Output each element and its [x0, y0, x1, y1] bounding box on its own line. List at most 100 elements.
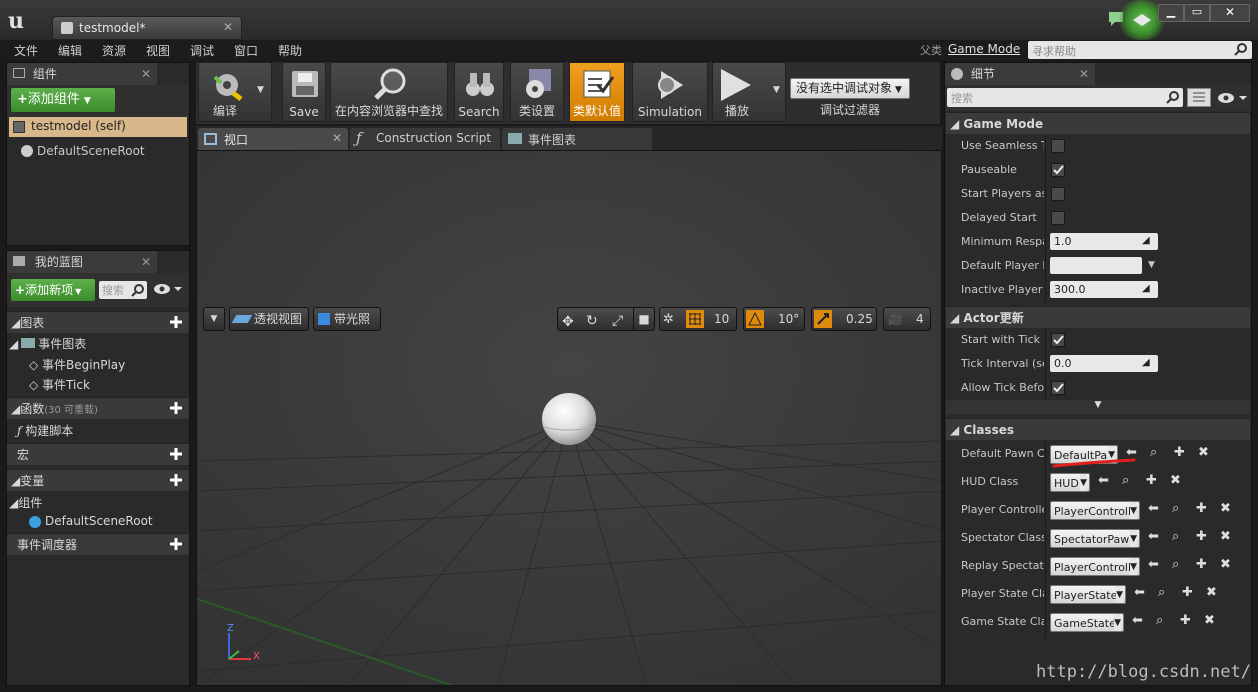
- class-picker-combo[interactable]: PlayerControlle ▼: [1050, 557, 1140, 576]
- event-graph-tab[interactable]: 事件图表: [502, 128, 652, 150]
- class-picker-combo[interactable]: GameState ▼: [1050, 613, 1124, 632]
- variable-default-root[interactable]: DefaultSceneRoot: [29, 514, 153, 528]
- grid-snap-value[interactable]: 10: [714, 308, 729, 330]
- use-selected-arrow-icon[interactable]: ⬅: [1134, 585, 1145, 600]
- dropdown-arrow-icon[interactable]: ▼: [773, 85, 780, 95]
- column-divider[interactable]: [1045, 442, 1046, 638]
- property-checkbox[interactable]: [1051, 211, 1065, 225]
- column-divider[interactable]: [1045, 134, 1046, 302]
- play-button[interactable]: ▼ 播放: [712, 62, 786, 122]
- drag-handle-icon[interactable]: ◢: [1142, 283, 1150, 294]
- menu-edit[interactable]: 编辑: [58, 42, 82, 59]
- clear-x-icon[interactable]: ✖: [1220, 501, 1231, 516]
- eye-icon[interactable]: [1217, 91, 1249, 105]
- details-search-input[interactable]: 搜索: [947, 88, 1183, 107]
- add-new-plus-icon[interactable]: ✚: [1196, 557, 1207, 572]
- use-selected-arrow-icon[interactable]: ⬅: [1098, 473, 1109, 488]
- clear-x-icon[interactable]: ✖: [1220, 557, 1231, 572]
- actor-tick-category[interactable]: ◢ Actor更新: [946, 306, 1250, 328]
- property-checkbox[interactable]: [1051, 187, 1065, 201]
- close-panel-icon[interactable]: ✕: [141, 63, 151, 85]
- clear-x-icon[interactable]: ✖: [1170, 473, 1181, 488]
- world-local-button[interactable]: ■: [633, 307, 655, 331]
- class-picker-combo[interactable]: HUD ▼: [1050, 473, 1090, 492]
- advanced-expand-button[interactable]: ▼: [946, 400, 1250, 414]
- add-new-plus-icon[interactable]: ✚: [1180, 613, 1191, 628]
- eye-icon[interactable]: [153, 282, 183, 296]
- class-defaults-button[interactable]: 类默认值: [569, 62, 625, 122]
- column-divider[interactable]: [1045, 328, 1046, 400]
- event-graph-item[interactable]: ◢ 事件图表: [9, 335, 86, 352]
- scale-snap-value[interactable]: 0.25: [846, 308, 873, 330]
- rotate-icon[interactable]: ↻: [586, 310, 598, 332]
- add-new-plus-icon[interactable]: ✚: [1196, 529, 1207, 544]
- menu-debug[interactable]: 调试: [190, 42, 214, 59]
- property-checkbox[interactable]: [1051, 139, 1065, 153]
- property-text-field[interactable]: [1050, 257, 1142, 274]
- add-component-button[interactable]: +添加组件 ▼: [11, 88, 115, 112]
- property-checkbox[interactable]: [1051, 333, 1065, 347]
- close-panel-icon[interactable]: ✕: [141, 251, 151, 273]
- add-new-plus-icon[interactable]: ✚: [1146, 473, 1157, 488]
- viewport[interactable]: ▼ 透视视图 带光照 ✥ ↻ ⤢ ■ ✲ 10 10° 0.25 🎥 4 Z X: [196, 150, 942, 686]
- add-function-icon[interactable]: [169, 401, 183, 415]
- camera-speed-group[interactable]: 🎥 4: [883, 307, 931, 331]
- grid-snap-toggle[interactable]: [686, 310, 704, 328]
- blueprint-search-input[interactable]: 搜索: [99, 281, 147, 299]
- help-search-input[interactable]: 寻求帮助: [1028, 41, 1252, 59]
- class-picker-combo[interactable]: PlayerState ▼: [1050, 585, 1126, 604]
- component-item-root[interactable]: DefaultSceneRoot: [21, 143, 189, 163]
- my-blueprint-tab[interactable]: 我的蓝图 ✕: [7, 251, 157, 273]
- lit-button[interactable]: 带光照: [313, 307, 381, 331]
- event-begin-play-item[interactable]: ◇ 事件BeginPlay: [29, 356, 125, 373]
- menu-help[interactable]: 帮助: [278, 42, 302, 59]
- document-tab[interactable]: testmodel* ✕: [52, 16, 242, 40]
- details-tab[interactable]: 细节 ✕: [945, 63, 1095, 85]
- perspective-button[interactable]: 透视视图: [229, 307, 309, 331]
- surface-snap-icon[interactable]: ✲: [663, 309, 674, 331]
- add-new-plus-icon[interactable]: ✚: [1174, 445, 1185, 460]
- add-new-plus-icon[interactable]: ✚: [1196, 501, 1207, 516]
- property-checkbox[interactable]: [1051, 163, 1065, 177]
- macros-section[interactable]: 宏: [7, 443, 189, 465]
- property-matrix-icon[interactable]: [1187, 88, 1211, 107]
- class-settings-button[interactable]: 类设置: [510, 62, 564, 122]
- close-panel-icon[interactable]: ✕: [1079, 63, 1089, 85]
- browse-magnifier-icon[interactable]: ⌕: [1156, 613, 1163, 628]
- use-selected-arrow-icon[interactable]: ⬅: [1132, 613, 1143, 628]
- clear-x-icon[interactable]: ✖: [1206, 585, 1217, 600]
- add-new-button[interactable]: +添加新项 ▼: [11, 279, 95, 301]
- add-dispatcher-icon[interactable]: [169, 537, 183, 551]
- dropdown-arrow-icon[interactable]: ▼: [257, 85, 264, 95]
- browse-magnifier-icon[interactable]: ⌕: [1122, 473, 1129, 488]
- dropdown-arrow-icon[interactable]: ▼: [1148, 260, 1155, 270]
- clear-x-icon[interactable]: ✖: [1198, 445, 1209, 460]
- use-selected-arrow-icon[interactable]: ⬅: [1148, 501, 1159, 516]
- game-mode-category[interactable]: ◢ Game Mode: [946, 112, 1250, 134]
- use-selected-arrow-icon[interactable]: ⬅: [1148, 529, 1159, 544]
- property-checkbox[interactable]: [1051, 381, 1065, 395]
- compile-button[interactable]: ▼ 编译: [198, 62, 272, 122]
- close-tab-icon[interactable]: ✕: [223, 20, 233, 34]
- menu-window[interactable]: 窗口: [234, 42, 258, 59]
- classes-category[interactable]: ◢ Classes: [946, 418, 1250, 440]
- simulation-button[interactable]: Simulation: [632, 62, 708, 122]
- event-tick-item[interactable]: ◇ 事件Tick: [29, 376, 90, 393]
- save-button[interactable]: Save: [282, 62, 326, 122]
- browse-magnifier-icon[interactable]: ⌕: [1172, 557, 1179, 572]
- drag-handle-icon[interactable]: ◢: [1142, 357, 1150, 368]
- parent-class-link[interactable]: Game Mode: [948, 42, 1020, 56]
- minimize-button[interactable]: ▁: [1158, 4, 1184, 22]
- viewport-options-button[interactable]: ▼: [203, 307, 225, 331]
- add-graph-icon[interactable]: [169, 315, 183, 329]
- clear-x-icon[interactable]: ✖: [1204, 613, 1215, 628]
- menu-view[interactable]: 视图: [146, 42, 170, 59]
- construction-script-tab[interactable]: ƒ Construction Script: [350, 128, 500, 150]
- class-picker-combo[interactable]: PlayerControlle ▼: [1050, 501, 1140, 520]
- menu-assets[interactable]: 资源: [102, 42, 126, 59]
- browse-magnifier-icon[interactable]: ⌕: [1172, 529, 1179, 544]
- add-new-plus-icon[interactable]: ✚: [1182, 585, 1193, 600]
- class-picker-combo[interactable]: SpectatorPawn ▼: [1050, 529, 1140, 548]
- use-selected-arrow-icon[interactable]: ⬅: [1148, 557, 1159, 572]
- add-variable-icon[interactable]: [169, 473, 183, 487]
